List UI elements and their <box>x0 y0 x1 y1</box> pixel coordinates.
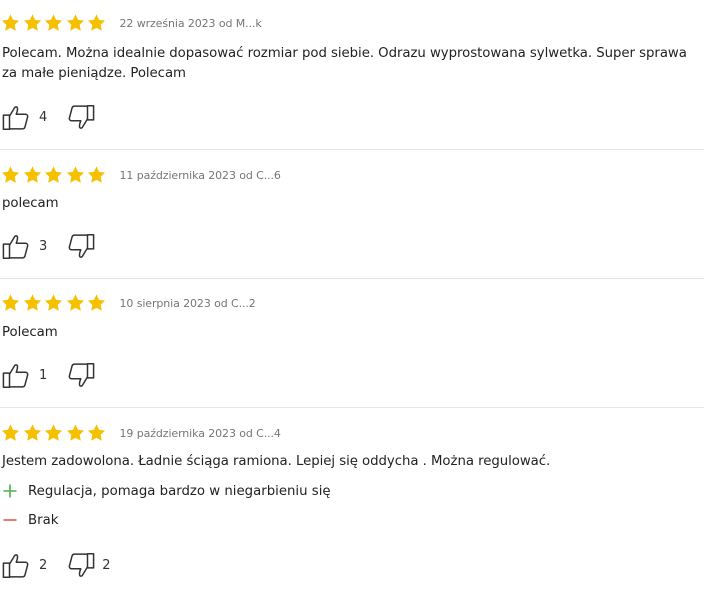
star-icon <box>86 165 107 185</box>
star-icon <box>22 423 43 443</box>
review-cons: Brak <box>2 510 58 530</box>
star-icon <box>0 165 21 185</box>
thumbs-up-icon <box>2 233 32 260</box>
star-icon <box>65 423 86 443</box>
star-icon <box>65 293 86 313</box>
star-icon <box>43 423 64 443</box>
star-icon <box>22 293 43 313</box>
star-icon <box>65 165 86 185</box>
star-icon <box>65 13 86 33</box>
dislike-button[interactable] <box>65 362 110 389</box>
rating-stars <box>0 165 108 185</box>
thumbs-up-icon <box>2 552 32 579</box>
cons-text: Brak <box>28 512 59 528</box>
like-button[interactable]: 1 <box>2 362 47 389</box>
star-icon <box>86 293 107 313</box>
review-text: polecam <box>2 196 59 211</box>
review-header: 10 sierpnia 2023 od C...2 <box>0 293 256 313</box>
star-icon <box>43 13 64 33</box>
like-count: 2 <box>39 557 48 573</box>
like-count: 4 <box>39 109 48 125</box>
review-votes: 2 2 <box>2 551 111 579</box>
rating-stars <box>0 293 108 313</box>
like-button[interactable]: 4 <box>2 104 47 131</box>
minus-icon <box>2 512 18 528</box>
star-icon <box>22 13 43 33</box>
review-divider <box>0 278 704 279</box>
review-meta: 11 października 2023 od C...6 <box>119 168 281 182</box>
thumbs-down-icon <box>65 552 95 579</box>
thumbs-up-icon <box>2 362 32 389</box>
review-pros: Regulacja, pomaga bardzo w niegarbieniu … <box>2 481 331 501</box>
pros-text: Regulacja, pomaga bardzo w niegarbieniu … <box>28 483 331 499</box>
star-icon <box>43 165 64 185</box>
review-text: Polecam <box>2 325 58 340</box>
dislike-button[interactable]: 2 <box>65 552 111 579</box>
thumbs-up-icon <box>2 104 32 131</box>
review-meta: 22 września 2023 od M...k <box>119 16 262 30</box>
review-divider <box>0 149 704 150</box>
review-meta: 19 października 2023 od C...4 <box>119 426 281 440</box>
star-icon <box>86 13 107 33</box>
review-votes: 1 <box>2 361 110 389</box>
like-button[interactable]: 2 <box>2 552 47 579</box>
like-count: 3 <box>39 238 48 254</box>
review-meta: 10 sierpnia 2023 od C...2 <box>119 296 256 310</box>
review-text: Jestem zadowolona. Ładnie ściąga ramiona… <box>2 454 551 469</box>
dislike-button[interactable] <box>65 233 110 260</box>
rating-stars <box>0 13 108 33</box>
thumbs-down-icon <box>65 233 95 260</box>
like-button[interactable]: 3 <box>2 233 47 260</box>
review-header: 22 września 2023 od M...k <box>0 13 262 33</box>
star-icon <box>0 13 21 33</box>
thumbs-down-icon <box>65 104 95 131</box>
like-count: 1 <box>39 367 48 383</box>
review-text: Polecam. Można idealnie dopasować rozmia… <box>2 46 687 81</box>
review-votes: 4 <box>2 103 110 131</box>
star-icon <box>43 293 64 313</box>
star-icon <box>0 423 21 443</box>
plus-icon <box>2 483 18 499</box>
star-icon <box>22 165 43 185</box>
rating-stars <box>0 423 108 443</box>
review-header: 11 października 2023 od C...6 <box>0 165 281 185</box>
review-votes: 3 <box>2 232 110 260</box>
dislike-button[interactable] <box>65 104 110 131</box>
star-icon <box>0 293 21 313</box>
dislike-count: 2 <box>102 557 111 573</box>
review-header: 19 października 2023 od C...4 <box>0 423 281 443</box>
review-divider <box>0 407 704 408</box>
thumbs-down-icon <box>65 362 95 389</box>
star-icon <box>86 423 107 443</box>
